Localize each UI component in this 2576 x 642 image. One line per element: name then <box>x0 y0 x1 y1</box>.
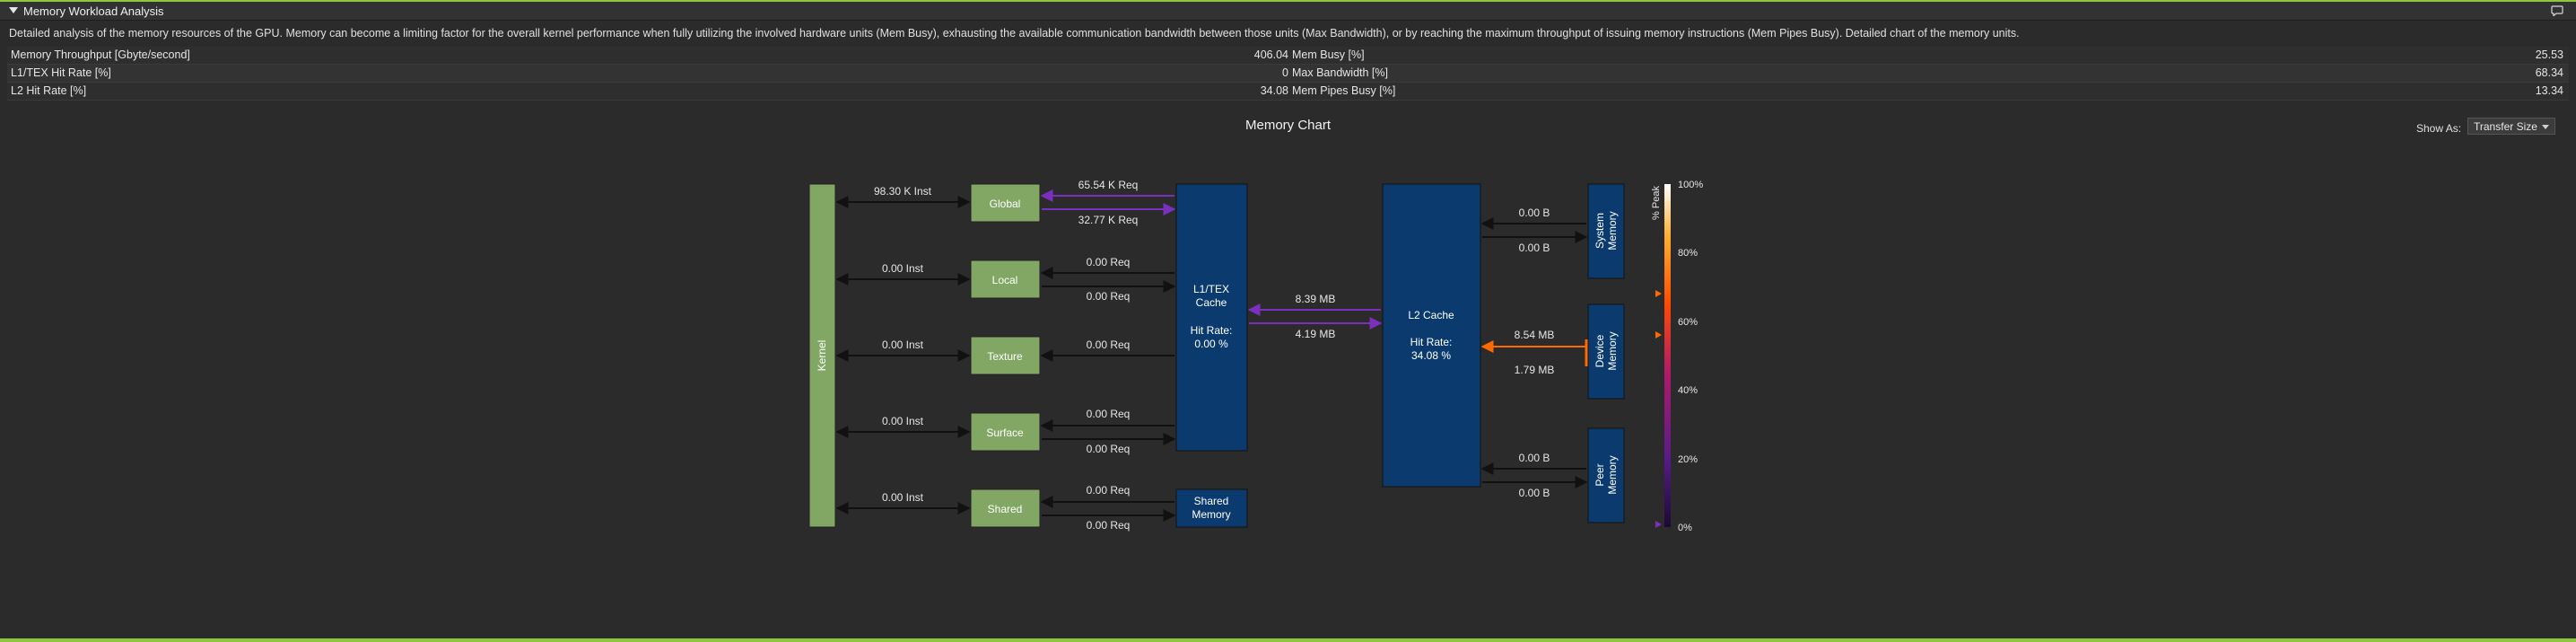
shared-memory-line2: Memory <box>1192 508 1230 521</box>
device-memory-top-label: 8.54 MB <box>1515 329 1555 341</box>
l1-tex-line2: Cache <box>1196 296 1227 309</box>
unit-global-label: Global <box>990 198 1021 210</box>
l2-cache[interactable]: L2 Cache Hit Rate: 34.08 % <box>1382 183 1481 488</box>
unit-global[interactable]: Global <box>970 183 1041 223</box>
global-inst-label: 98.30 K Inst <box>874 185 932 198</box>
texture-req-top: 0.00 Req <box>1087 339 1131 351</box>
l1-hit-rate-label: Hit Rate: <box>1191 324 1233 337</box>
device-memory-line1: Device <box>1594 334 1606 367</box>
l2-hit-rate-label: Hit Rate: <box>1410 336 1453 348</box>
kernel-unit-arrows <box>835 196 971 514</box>
peak-tick-label: 100% <box>1678 180 1703 190</box>
l1-hit-rate-value: 0.00 % <box>1194 338 1228 350</box>
l2-hit-rate-value: 34.08 % <box>1411 349 1451 362</box>
peak-marker-icon <box>1655 331 1662 339</box>
unit-texture[interactable]: Texture <box>970 336 1041 375</box>
peer-memory-box[interactable]: Peer Memory <box>1587 427 1625 523</box>
device-memory-bottom-label: 1.79 MB <box>1515 364 1555 376</box>
peak-tick-label: 60% <box>1678 317 1698 328</box>
global-req-top: 65.54 K Req <box>1078 179 1139 191</box>
surface-req-bottom: 0.00 Req <box>1087 443 1131 455</box>
unit-local[interactable]: Local <box>970 259 1041 299</box>
device-memory-box[interactable]: Device Memory <box>1587 303 1625 400</box>
peak-tick-label: 20% <box>1678 454 1698 465</box>
peak-marker-icon <box>1655 521 1662 528</box>
unit-surface[interactable]: Surface <box>970 412 1041 452</box>
shared-req-bottom: 0.00 Req <box>1087 519 1131 532</box>
l1-l2-bottom-label: 4.19 MB <box>1296 328 1336 340</box>
shared-memory-box[interactable]: Shared Memory <box>1175 488 1248 528</box>
l1-tex-line1: L1/TEX <box>1193 283 1229 295</box>
shared-inst-label: 0.00 Inst <box>882 491 924 504</box>
system-memory-line1: System <box>1594 213 1606 249</box>
system-memory-top-label: 0.00 B <box>1519 207 1550 219</box>
surface-req-top: 0.00 Req <box>1087 408 1131 420</box>
peak-legend: % Peak 100% 80% 60% 40% 20% 0% <box>1651 180 1703 533</box>
local-req-top: 0.00 Req <box>1087 256 1131 268</box>
device-memory-line2: Memory <box>1606 331 1619 370</box>
peak-legend-title: % Peak <box>1651 186 1662 220</box>
unit-shared[interactable]: Shared <box>970 488 1041 528</box>
local-req-bottom: 0.00 Req <box>1087 290 1131 303</box>
unit-l1-arrows <box>1040 189 1176 522</box>
l1-tex-cache[interactable]: L1/TEX Cache Hit Rate: 0.00 % <box>1175 183 1248 452</box>
peak-tick-label: 80% <box>1678 248 1698 259</box>
kernel-label: Kernel <box>816 340 828 372</box>
l1-l2-arrows <box>1247 303 1383 330</box>
system-memory-line2: Memory <box>1606 211 1619 250</box>
system-memory-box[interactable]: System Memory <box>1587 183 1625 279</box>
unit-surface-label: Surface <box>986 427 1024 439</box>
texture-inst-label: 0.00 Inst <box>882 339 924 351</box>
peer-memory-line2: Memory <box>1606 455 1619 494</box>
peer-memory-line1: Peer <box>1594 463 1606 486</box>
peak-gradient-bar <box>1664 184 1671 527</box>
unit-texture-label: Texture <box>987 350 1023 363</box>
peer-memory-bottom-label: 0.00 B <box>1519 487 1550 499</box>
unit-local-label: Local <box>992 274 1018 286</box>
l2-memory-arrows <box>1480 217 1588 488</box>
peak-marker-icon <box>1655 290 1662 297</box>
unit-shared-label: Shared <box>988 503 1023 515</box>
shared-req-top: 0.00 Req <box>1087 484 1131 497</box>
global-req-bottom: 32.77 K Req <box>1078 214 1139 226</box>
peak-tick-label: 0% <box>1678 523 1692 533</box>
bottom-accent-line <box>0 638 2576 642</box>
shared-memory-line1: Shared <box>1194 495 1229 507</box>
l1-l2-top-label: 8.39 MB <box>1296 293 1336 305</box>
local-inst-label: 0.00 Inst <box>882 262 924 275</box>
peak-tick-label: 40% <box>1678 385 1698 396</box>
surface-inst-label: 0.00 Inst <box>882 415 924 427</box>
peer-memory-top-label: 0.00 B <box>1519 452 1550 464</box>
memory-chart: Kernel Global Local Texture Surface Shar… <box>808 179 1703 533</box>
l2-cache-label: L2 Cache <box>1408 309 1454 321</box>
system-memory-bottom-label: 0.00 B <box>1519 242 1550 254</box>
